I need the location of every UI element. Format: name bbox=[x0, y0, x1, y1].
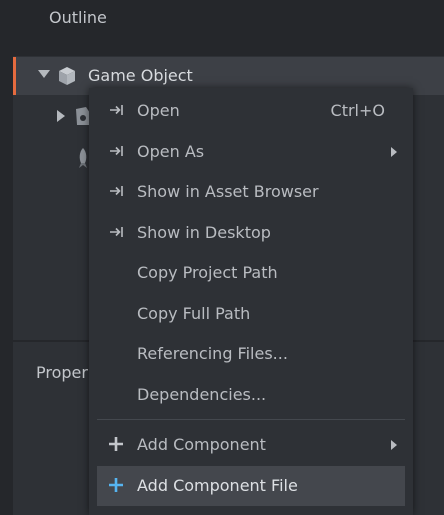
open-arrow-icon bbox=[110, 105, 123, 115]
outline-item-label: Game Object bbox=[88, 66, 193, 85]
rocket-icon bbox=[79, 148, 87, 168]
outline-header: Outline bbox=[13, 0, 444, 56]
menu-item-add-component[interactable]: Add Component bbox=[89, 425, 413, 465]
menu-item-label: Show in Desktop bbox=[137, 223, 271, 242]
collapse-arrow-icon[interactable] bbox=[57, 110, 65, 122]
menu-item-referencing-files[interactable]: Referencing Files... bbox=[89, 334, 413, 374]
menu-item-open[interactable]: Open Ctrl+O bbox=[89, 91, 413, 131]
menu-item-label: Add Component File bbox=[137, 476, 298, 495]
expand-triangle-icon[interactable] bbox=[38, 70, 50, 78]
left-panel-strip bbox=[0, 0, 13, 515]
menu-item-dependencies[interactable]: Dependencies... bbox=[89, 375, 413, 415]
menu-item-copy-full-path[interactable]: Copy Full Path bbox=[89, 294, 413, 334]
plus-icon bbox=[109, 437, 123, 451]
open-arrow-icon bbox=[110, 186, 123, 196]
properties-title: Proper bbox=[36, 363, 88, 382]
open-arrow-icon bbox=[110, 227, 123, 237]
submenu-arrow-icon bbox=[391, 147, 397, 157]
menu-item-label: Dependencies... bbox=[137, 385, 267, 404]
menu-item-show-in-asset-browser[interactable]: Show in Asset Browser bbox=[89, 172, 413, 212]
shortcut-label: Ctrl+O bbox=[330, 101, 385, 120]
menu-separator bbox=[97, 419, 405, 420]
menu-item-show-in-desktop[interactable]: Show in Desktop bbox=[89, 213, 413, 253]
outline-title: Outline bbox=[49, 8, 107, 27]
menu-item-label: Copy Project Path bbox=[137, 263, 278, 282]
menu-item-label: Open As bbox=[137, 142, 205, 161]
menu-item-label: Referencing Files... bbox=[137, 344, 288, 363]
menu-item-copy-project-path[interactable]: Copy Project Path bbox=[89, 253, 413, 293]
menu-item-open-as[interactable]: Open As bbox=[89, 132, 413, 172]
submenu-arrow-icon bbox=[391, 440, 397, 450]
context-menu: Open Ctrl+O Open As Show in Asset Browse… bbox=[89, 88, 413, 515]
menu-item-label: Show in Asset Browser bbox=[137, 182, 319, 201]
open-arrow-icon bbox=[110, 146, 123, 156]
menu-item-add-component-file[interactable]: Add Component File bbox=[97, 466, 405, 506]
plus-icon bbox=[109, 478, 123, 492]
cube-icon bbox=[59, 67, 75, 85]
menu-item-label: Open bbox=[137, 101, 180, 120]
menu-item-label: Add Component bbox=[137, 435, 266, 454]
menu-item-label: Copy Full Path bbox=[137, 304, 251, 323]
